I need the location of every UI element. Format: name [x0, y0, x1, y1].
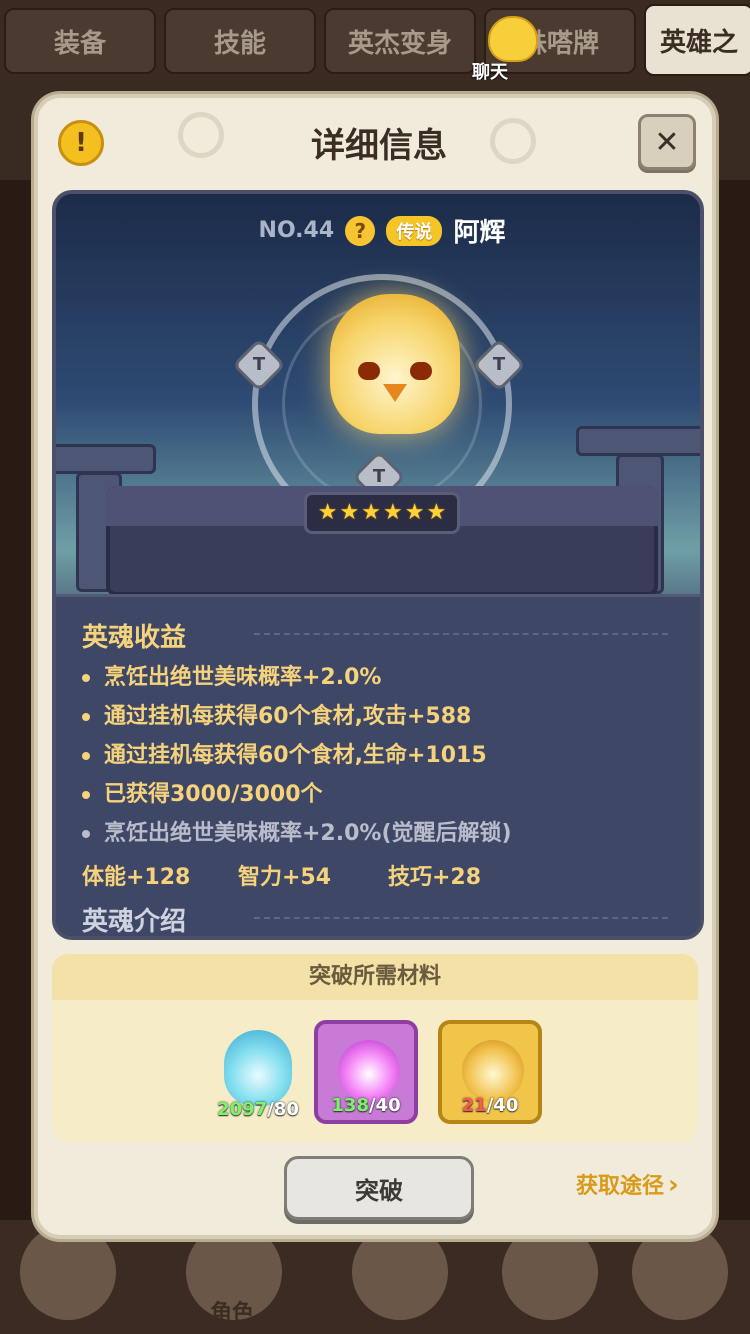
star-icon: ★ — [317, 500, 338, 525]
star-icon: ★ — [339, 500, 360, 525]
material-slot[interactable]: 2097/80 — [206, 1020, 310, 1124]
bottom-nav-label: 角色 — [210, 1301, 255, 1326]
blue-flame-icon — [224, 1030, 292, 1106]
benefit-item: 通过挂机每获得60个食材,生命+1015 — [82, 737, 487, 769]
material-slot[interactable]: 21/40 — [438, 1020, 542, 1124]
chevron-right-icon: › — [668, 1170, 679, 1200]
tab-skills[interactable]: 技能 — [164, 8, 316, 74]
obtain-source-link[interactable]: 获取途径 › — [576, 1168, 679, 1200]
intro-title: 英魂介绍 — [82, 907, 187, 937]
hero-phoenix-avatar — [330, 294, 460, 434]
benefit-item: 烹饪出绝世美味概率+2.0% — [82, 659, 381, 691]
divider — [254, 917, 668, 919]
material-count: 138/40 — [331, 1095, 401, 1116]
tab-hero[interactable]: 英雄之 — [644, 4, 750, 76]
star-icon: ★ — [383, 500, 403, 525]
benefit-item-locked: 烹饪出绝世美味概率+2.0%(觉醒后解锁) — [82, 815, 512, 847]
detail-dialog: ! 详细信息 ✕ NO.44 ? 传说 阿辉 T T T ★ ★ ★ ★ ★ ★ 英魂收益 — [34, 94, 716, 1239]
material-slot[interactable]: 138/40 — [314, 1020, 418, 1124]
materials-panel: 突破所需材料 2097/80 138/40 21/40 — [52, 954, 698, 1142]
materials-title: 突破所需材料 — [52, 954, 698, 1000]
material-count: 21/40 — [461, 1095, 519, 1116]
benefit-title: 英魂收益 — [82, 623, 187, 653]
question-icon[interactable]: ? — [345, 215, 376, 246]
benefit-item: 通过挂机每获得60个食材,攻击+588 — [82, 698, 471, 730]
background-tab-bar: 装备 技能 英杰变身 铢嗒牌 英雄之 — [0, 0, 750, 80]
hero-number: NO.44 — [258, 218, 335, 243]
tab-equipment[interactable]: 装备 — [4, 8, 156, 74]
star-rating: ★ ★ ★ ★ ★ ★ — [304, 492, 460, 534]
hero-name: 阿辉 — [453, 218, 506, 248]
creature-beak — [383, 384, 407, 402]
benefit-panel: 英魂收益 烹饪出绝世美味概率+2.0% 通过挂机每获得60个食材,攻击+588 … — [56, 594, 700, 937]
pillar-top-right — [576, 426, 700, 456]
creature-eye — [358, 362, 380, 380]
breakthrough-button[interactable]: 突破 — [284, 1156, 474, 1220]
material-count: 2097/80 — [217, 1099, 299, 1120]
tab-transform[interactable]: 英杰变身 — [324, 8, 476, 74]
stat-skill: 技巧+28 — [388, 865, 482, 890]
dialog-title: 详细信息 — [311, 126, 447, 166]
divider — [254, 633, 668, 635]
chat-icon[interactable] — [488, 16, 538, 62]
benefit-item: 已获得3000/3000个 — [82, 776, 323, 808]
rarity-badge: 传说 — [386, 215, 443, 246]
star-icon: ★ — [404, 500, 425, 525]
stat-stamina: 体能+128 — [82, 865, 191, 890]
close-button[interactable]: ✕ — [638, 114, 696, 170]
purple-essence-icon — [338, 1040, 400, 1102]
hero-header: NO.44 ? 传说 阿辉 — [56, 212, 700, 249]
star-icon: ★ — [361, 500, 381, 525]
creature-eye — [410, 362, 432, 380]
pillar-top-left — [56, 444, 156, 474]
stat-intelligence: 智力+54 — [238, 865, 332, 890]
gold-essence-icon — [462, 1040, 524, 1102]
hero-panel: NO.44 ? 传说 阿辉 T T T ★ ★ ★ ★ ★ ★ 英魂收益 烹饪出绝世美味概… — [52, 190, 704, 940]
star-icon: ★ — [426, 500, 447, 525]
